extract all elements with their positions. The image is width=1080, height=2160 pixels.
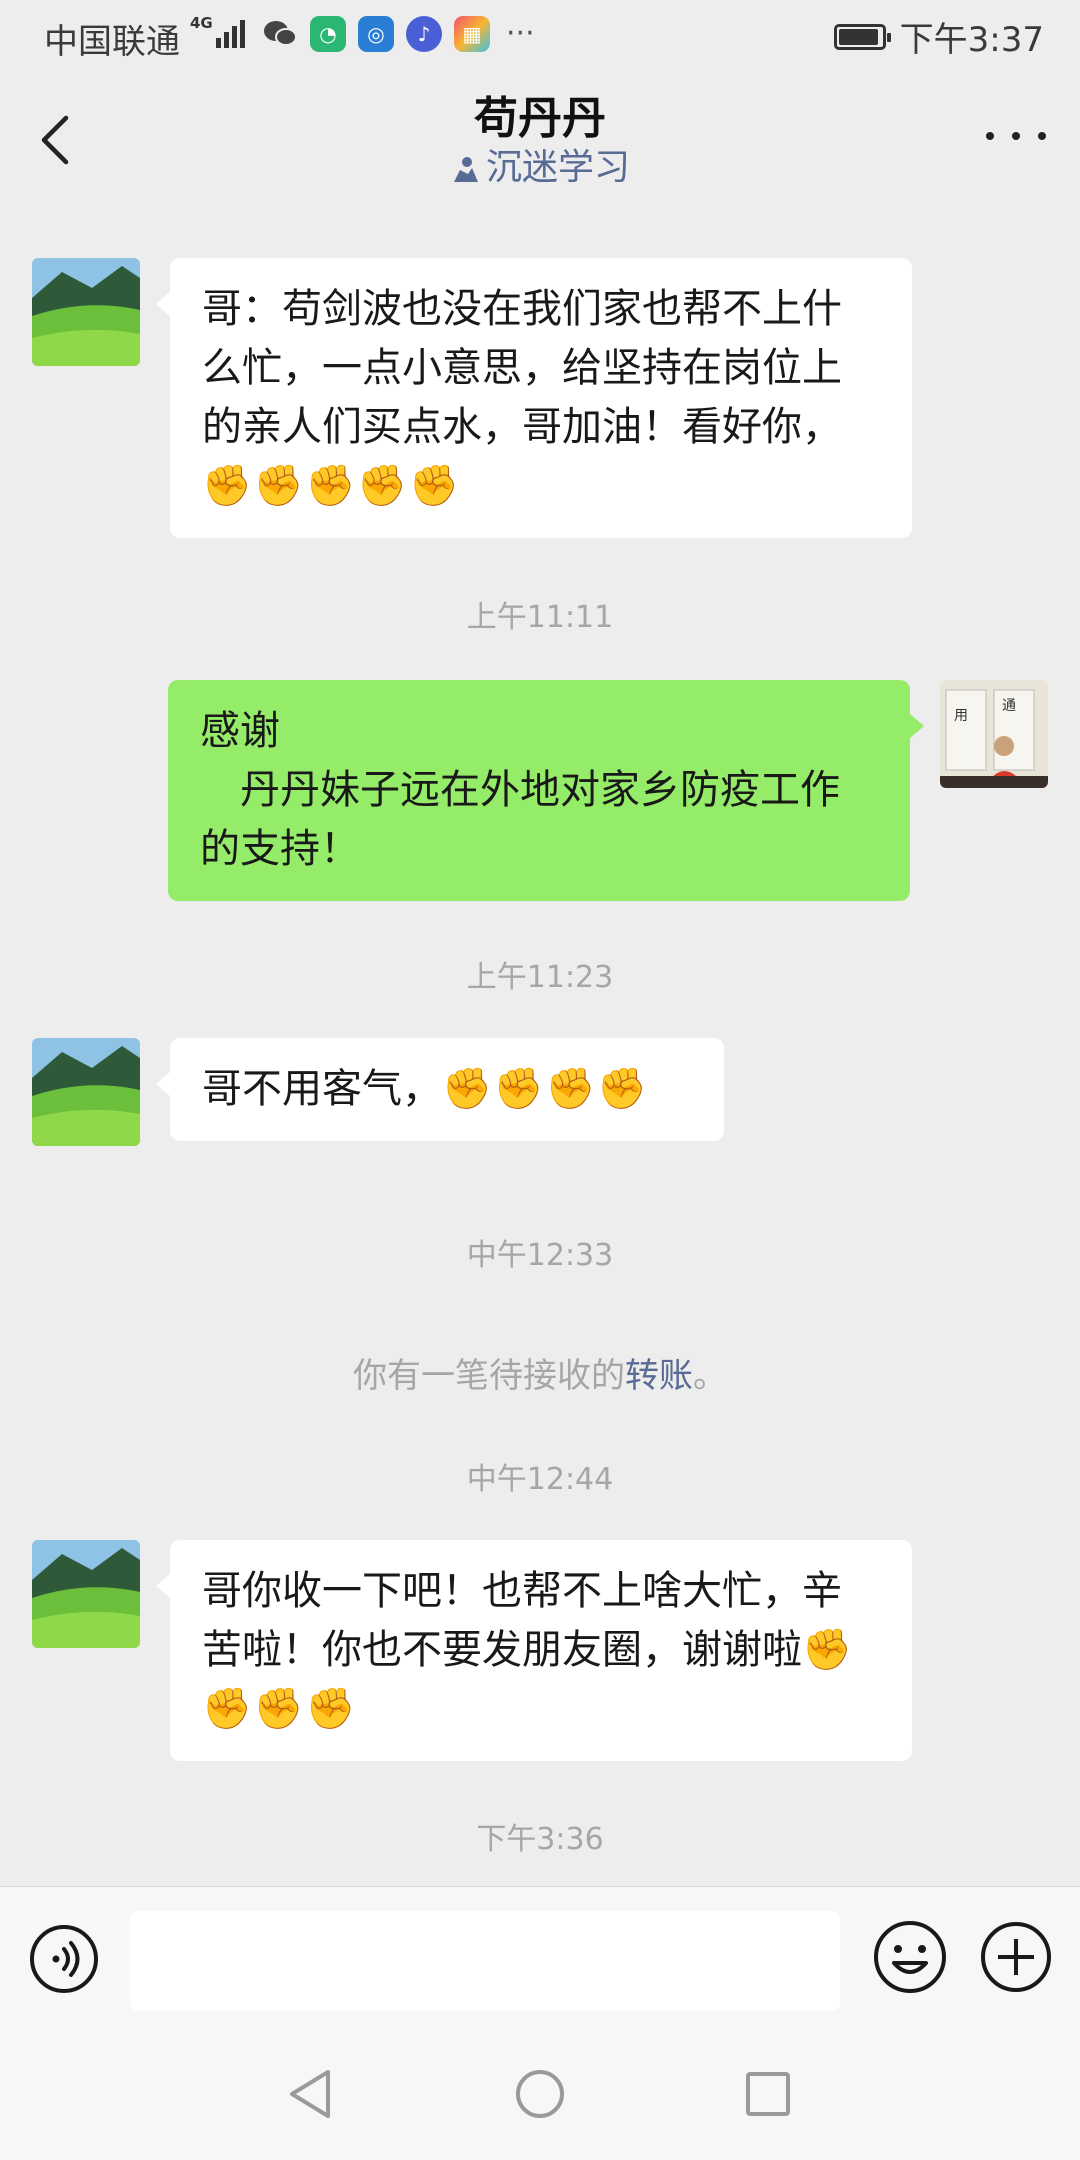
message-text: 哥：苟剑波也没在我们家也帮不上什么忙，一点小意思，给坚持在岗位上的亲人们买点水，…: [202, 286, 842, 450]
emoji-icon[interactable]: [870, 1917, 950, 1997]
carrier-name: 中国联通: [44, 22, 180, 62]
network-type: 4G: [190, 14, 213, 32]
signal-icon: [216, 20, 245, 48]
add-attachment-icon[interactable]: [978, 1919, 1054, 1995]
transfer-notice-text: 你有一笔待接收的: [353, 1356, 625, 1396]
system-nav-bar: [0, 2028, 1080, 2160]
message-text: 哥不用客气，: [202, 1066, 442, 1112]
message-list[interactable]: 哥：苟剑波也没在我们家也帮不上什么忙，一点小意思，给坚持在岗位上的亲人们买点水，…: [0, 200, 1080, 1886]
input-bar: [0, 1886, 1080, 2029]
nav-recent-apps-icon[interactable]: [744, 2070, 792, 2118]
app-blue-icon: ◎: [358, 16, 394, 52]
emoji-fist-icon: ✊✊✊✊: [442, 1066, 650, 1112]
contact-avatar[interactable]: [32, 1038, 140, 1146]
more-dot-icon: [1038, 132, 1046, 140]
transfer-notice: 你有一笔待接收的转账。: [0, 1348, 1080, 1397]
contact-avatar[interactable]: [32, 258, 140, 366]
emoji-fist-icon: ✊✊✊✊✊: [202, 463, 462, 509]
status-time: 下午3:37: [899, 20, 1044, 60]
chat-status-text: 沉迷学习: [485, 147, 630, 188]
timestamp: 上午11:11: [466, 600, 614, 635]
svg-text:通: 通: [1002, 698, 1016, 714]
wechat-icon: [262, 16, 298, 52]
message-bubble[interactable]: 哥不用客气，✊✊✊✊: [156, 1038, 724, 1141]
svg-text:用: 用: [954, 708, 968, 724]
timestamp: 中午12:44: [466, 1462, 614, 1497]
chat-header: 苟丹丹 沉迷学习: [0, 72, 1080, 200]
contact-avatar[interactable]: [32, 1540, 140, 1648]
message-text: 哥你收一下吧！也帮不上啥大忙，辛苦啦！你也不要发朋友圈，谢谢啦: [202, 1568, 842, 1673]
battery-icon: [833, 23, 891, 50]
chat-status: 沉迷学习: [0, 138, 1080, 190]
my-avatar[interactable]: 用 通: [940, 680, 1048, 788]
nav-home-icon[interactable]: [514, 2068, 566, 2120]
message-text: 丹丹妹子远在外地对家乡防疫工作的支持！: [200, 767, 840, 872]
voice-input-icon[interactable]: [28, 1923, 100, 1995]
transfer-notice-end: 。: [693, 1356, 727, 1396]
app-color-icon: ▦: [454, 16, 490, 52]
notification-icons: ◔ ◎ ♪ ▦ ···: [262, 16, 535, 52]
transfer-link[interactable]: 转账: [625, 1356, 693, 1396]
message-text: 感谢: [200, 708, 280, 754]
app-green-icon: ◔: [310, 16, 346, 52]
music-icon: ♪: [406, 16, 442, 52]
message-input[interactable]: [130, 1911, 840, 2011]
message-bubble[interactable]: 哥你收一下吧！也帮不上啥大忙，辛苦啦！你也不要发朋友圈，谢谢啦✊✊✊✊: [156, 1540, 912, 1761]
message-bubble[interactable]: 哥：苟剑波也没在我们家也帮不上什么忙，一点小意思，给坚持在岗位上的亲人们买点水，…: [156, 258, 912, 538]
status-person-icon: [453, 157, 478, 182]
my-message-bubble[interactable]: 感谢 丹丹妹子远在外地对家乡防疫工作的支持！: [168, 680, 924, 901]
timestamp: 中午12:33: [466, 1238, 614, 1273]
more-dot-icon: [986, 132, 994, 140]
nav-back-icon[interactable]: [284, 2068, 336, 2120]
status-bar: 中国联通 4G ◔ ◎ ♪ ▦ ··· 下午3:37: [0, 0, 1080, 72]
more-options-button[interactable]: [986, 116, 1046, 156]
more-dot-icon: [1012, 132, 1020, 140]
chat-title[interactable]: 苟丹丹: [0, 82, 1080, 146]
more-notifications: ···: [506, 16, 535, 51]
timestamp: 下午3:36: [476, 1822, 604, 1857]
timestamp: 上午11:23: [466, 960, 614, 995]
